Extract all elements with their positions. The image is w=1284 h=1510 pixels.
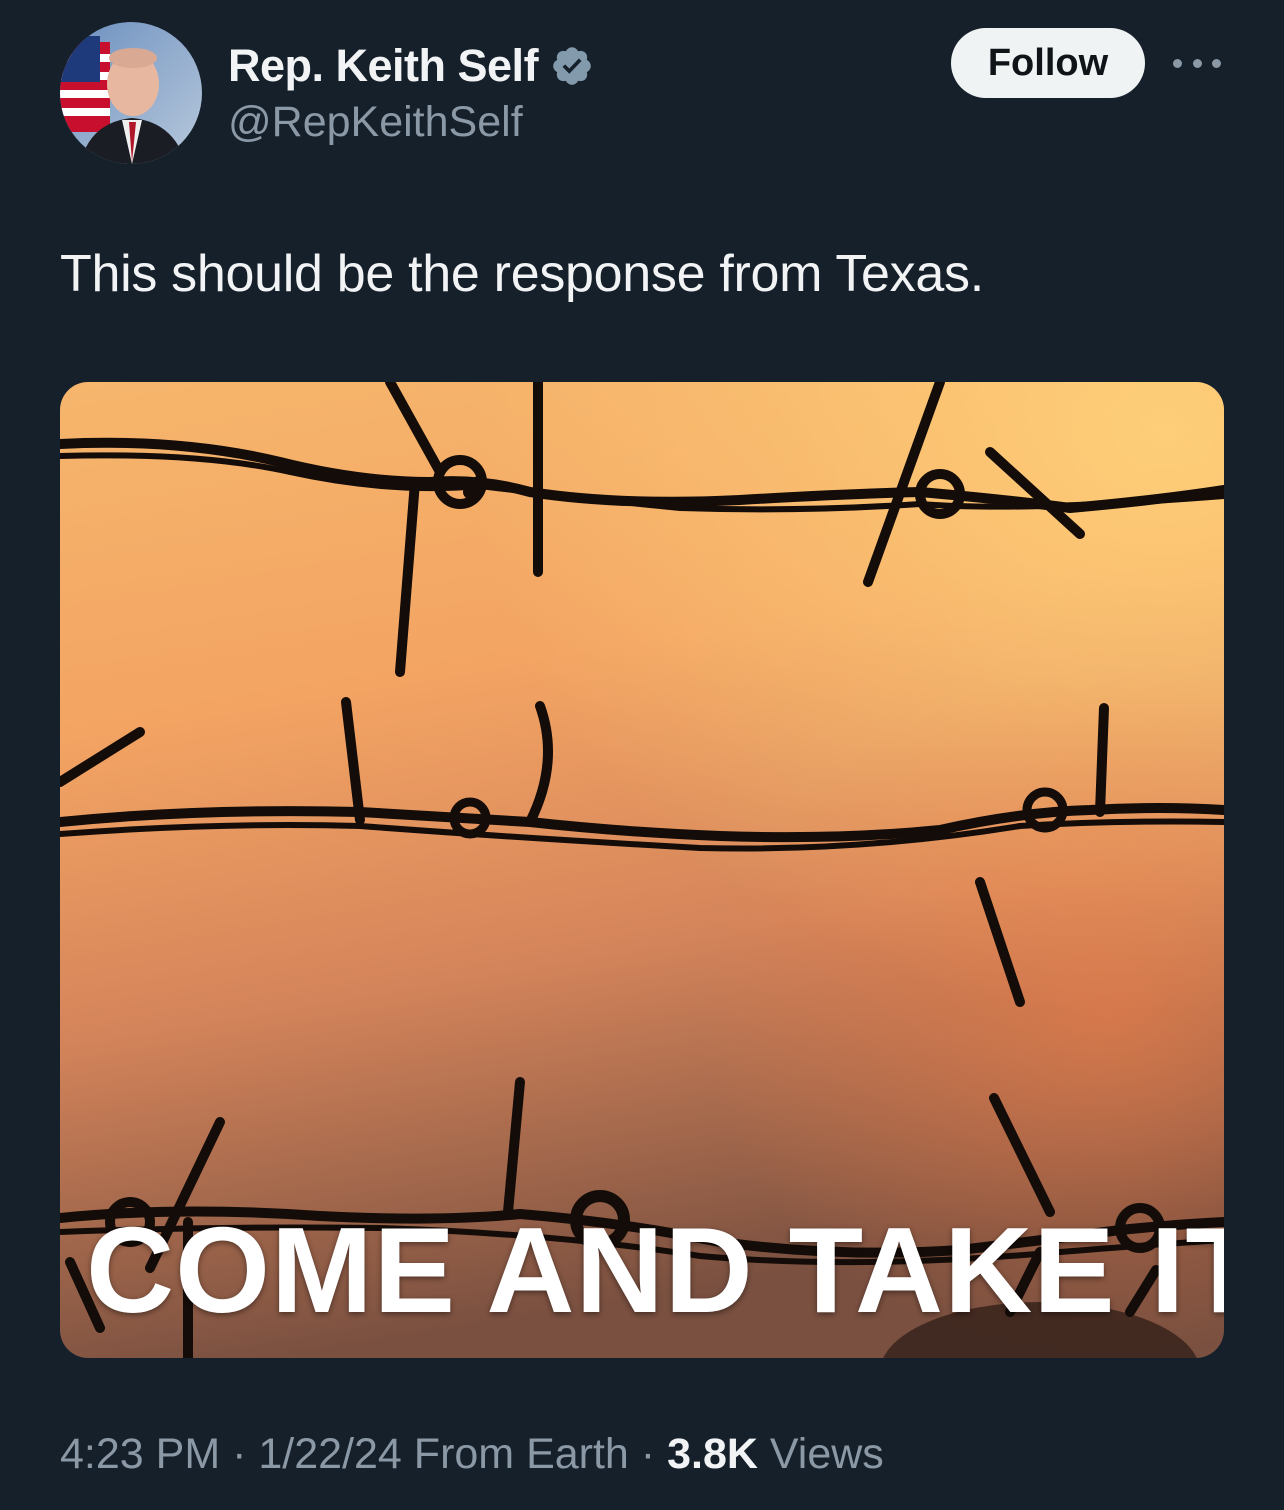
tweet-date[interactable]: 1/22/24 bbox=[258, 1430, 401, 1478]
author-handle[interactable]: @RepKeithSelf bbox=[228, 98, 523, 147]
image-overlay-text: COME AND TAKE IT bbox=[86, 1202, 1224, 1338]
author-name-row: Rep. Keith Self bbox=[228, 38, 594, 94]
views-count: 3.8K bbox=[667, 1430, 758, 1478]
tweet-meta: 4:23 PM · 1/22/24 From Earth · 3.8K View… bbox=[60, 1430, 884, 1479]
meta-separator: · bbox=[232, 1430, 247, 1478]
views-label: Views bbox=[769, 1430, 884, 1478]
tweet-time[interactable]: 4:23 PM bbox=[60, 1430, 220, 1478]
tweet: Rep. Keith Self @RepKeithSelf Follow Thi… bbox=[0, 0, 1284, 1510]
tweet-text: This should be the response from Texas. bbox=[60, 245, 984, 303]
author-display-name[interactable]: Rep. Keith Self bbox=[228, 40, 539, 92]
verified-badge-icon bbox=[550, 44, 594, 88]
dot bbox=[1212, 58, 1221, 68]
more-options-icon[interactable] bbox=[1173, 50, 1221, 76]
meta-separator: · bbox=[640, 1430, 656, 1478]
dot bbox=[1192, 58, 1202, 68]
avatar[interactable] bbox=[60, 22, 202, 164]
tweet-media-image[interactable]: COME AND TAKE IT bbox=[60, 382, 1224, 1358]
tweet-source: From Earth bbox=[413, 1430, 629, 1478]
dot bbox=[1173, 58, 1182, 68]
follow-button[interactable]: Follow bbox=[951, 28, 1145, 98]
